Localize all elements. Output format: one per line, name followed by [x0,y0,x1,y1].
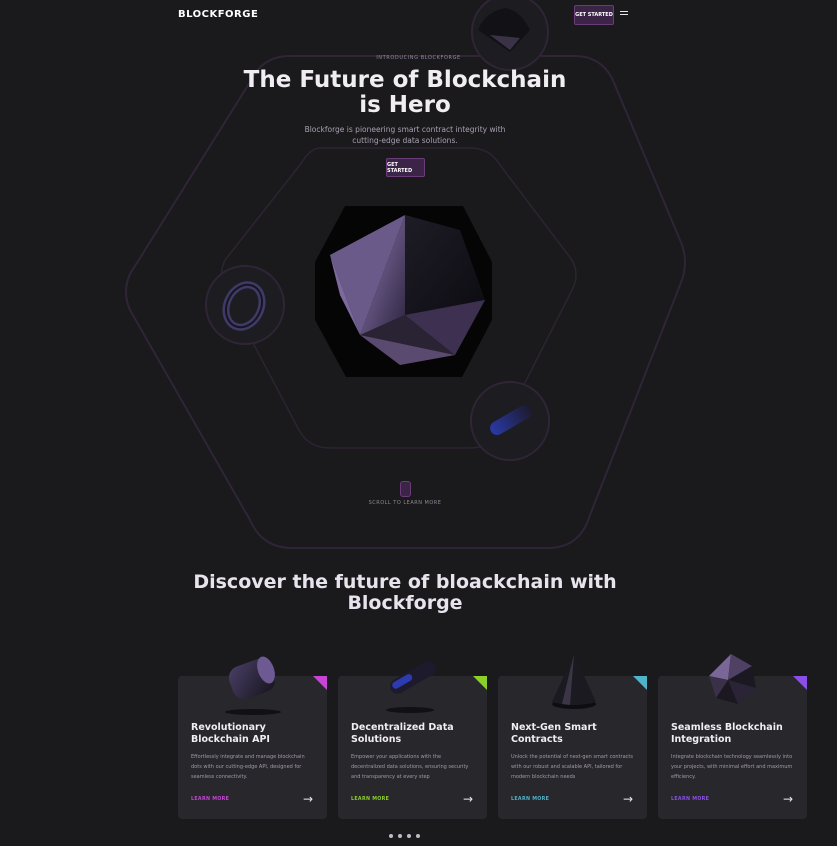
nav-get-started-button[interactable]: GET STARTED [574,5,614,25]
cylinder-icon [225,656,281,715]
hero-subtitle: Blockforge is pioneering smart contract … [304,125,506,145]
pagination-dot[interactable] [416,834,420,838]
scroll-indicator-icon[interactable] [400,481,411,497]
card-title: Decentralized Data Solutions [351,722,454,745]
carousel-pagination [389,834,420,838]
pill-orbit-circle [470,381,550,461]
card-title: Next-Gen Smart Contracts [511,722,597,745]
card-description: Unlock the potential of next-gen smart c… [511,754,633,780]
learn-more-link[interactable]: LEARN MORE [351,797,389,802]
hamburger-menu-icon[interactable] [620,11,628,17]
card-title: Revolutionary Blockchain API [191,722,270,745]
pagination-dot[interactable] [389,834,393,838]
arrow-right-icon[interactable]: → [623,792,633,806]
hero-title: The Future of Blockchain is Hero [243,67,567,118]
polyhedron-icon [709,654,756,704]
capsule-icon [386,661,436,713]
learn-more-link[interactable]: LEARN MORE [191,797,229,802]
ring-orbit-circle [205,265,285,345]
arrow-right-icon[interactable]: → [303,792,313,806]
learn-more-link[interactable]: LEARN MORE [671,797,709,802]
arrow-right-icon[interactable]: → [463,792,473,806]
brand-logo[interactable]: BLOCKFORGE [178,9,258,20]
pagination-dot[interactable] [407,834,411,838]
hero-eyebrow: INTRODUCING BLOCKFORGE [376,55,461,61]
card-description: Integrate blockchain technology seamless… [671,754,793,780]
hero-get-started-button[interactable]: GET STARTED [386,158,425,177]
learn-more-link[interactable]: LEARN MORE [511,797,549,802]
card-title: Seamless Blockchain Integration [671,722,783,745]
center-gem [315,206,492,377]
card-artwork [225,654,756,715]
cone-icon [552,654,596,709]
pagination-dot[interactable] [398,834,402,838]
discover-title: Discover the future of bloackchain with … [193,571,617,614]
scroll-hint: SCROLL TO LEARN MORE [368,500,442,506]
card-description: Effortlessly integrate and manage blockc… [191,754,305,780]
card-description: Empower your applications with the decen… [351,754,469,780]
arrow-right-icon[interactable]: → [783,792,793,806]
